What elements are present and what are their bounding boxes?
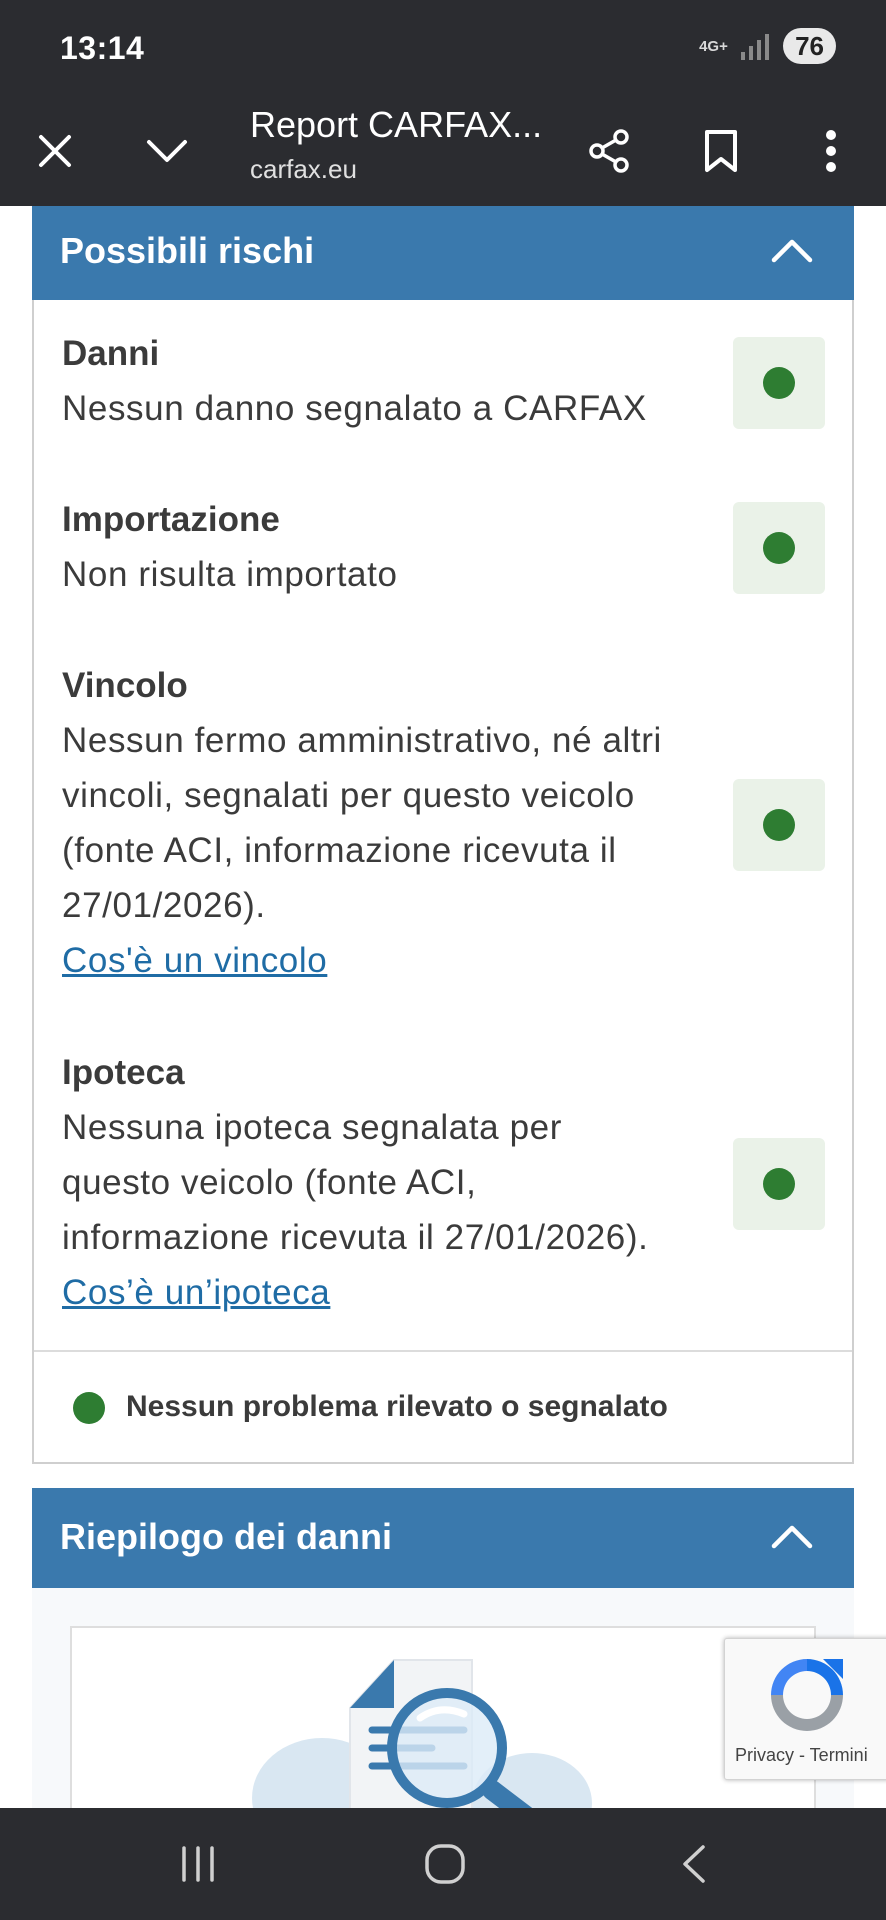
chevron-up-icon[interactable] xyxy=(770,236,814,266)
network-type-icon: 4G+ xyxy=(699,37,728,55)
status-indicator-ipoteca xyxy=(733,1138,825,1230)
risk-title-importazione: Importazione xyxy=(62,500,280,539)
risk-title-vincolo: Vincolo xyxy=(62,666,188,705)
back-icon xyxy=(683,1845,705,1883)
recaptcha-badge[interactable]: Privacy - Termini xyxy=(724,1638,886,1780)
link-cos-e-un-vincolo[interactable]: Cos'è un vincolo xyxy=(62,941,327,980)
damage-illustration-card xyxy=(70,1626,816,1808)
recaptcha-logo-icon xyxy=(771,1659,843,1731)
status-indicator-importazione xyxy=(733,502,825,594)
system-nav-bar xyxy=(0,1808,886,1920)
chevron-down-icon xyxy=(147,140,187,162)
recent-apps-button[interactable] xyxy=(168,1838,228,1890)
status-indicator-vincolo xyxy=(733,779,825,871)
risk-desc-vincolo: Nessun fermo amministrativo, né altri vi… xyxy=(62,713,662,988)
risk-desc-ipoteca-text: Nessuna ipoteca segnalata per questo vei… xyxy=(62,1108,649,1257)
risk-desc-ipoteca: Nessuna ipoteca segnalata per questo vei… xyxy=(62,1100,662,1320)
more-options-button[interactable] xyxy=(798,118,864,184)
divider xyxy=(34,1350,852,1352)
close-icon xyxy=(39,135,71,167)
browser-toolbar: Report CARFAX... carfax.eu xyxy=(0,96,886,206)
minimize-button[interactable] xyxy=(134,118,200,184)
green-dot-icon xyxy=(763,367,795,399)
green-dot-icon xyxy=(763,809,795,841)
green-dot-icon xyxy=(763,1168,795,1200)
risk-title-danni: Danni xyxy=(62,334,160,373)
status-icons: 4G+ 76 xyxy=(699,28,836,64)
bookmark-button[interactable] xyxy=(688,118,754,184)
signal-strength-icon xyxy=(741,32,770,60)
status-indicator-danni xyxy=(733,337,825,429)
damage-summary-title: Riepilogo dei danni xyxy=(60,1516,392,1557)
risk-title-ipoteca: Ipoteca xyxy=(62,1053,185,1092)
risk-desc-importazione: Non risulta importato xyxy=(62,555,398,594)
risks-title: Possibili rischi xyxy=(60,230,315,271)
close-button[interactable] xyxy=(22,118,88,184)
green-dot-icon xyxy=(763,532,795,564)
risks-header[interactable]: Possibili rischi xyxy=(32,206,854,300)
share-icon xyxy=(589,129,629,173)
page-title: Report CARFAX... xyxy=(250,104,543,145)
chevron-up-icon[interactable] xyxy=(770,1522,814,1552)
risk-desc-danni: Nessun danno segnalato a CARFAX xyxy=(62,389,647,428)
document-search-illustration-icon xyxy=(252,1659,592,1808)
risk-desc-vincolo-text: Nessun fermo amministrativo, né altri vi… xyxy=(62,721,662,925)
share-button[interactable] xyxy=(576,118,642,184)
network-type-label: 4G+ xyxy=(699,37,728,55)
legend-text: Nessun problema rilevato o segnalato xyxy=(126,1390,668,1423)
legend-green-dot-icon xyxy=(73,1392,105,1424)
home-button[interactable] xyxy=(415,1838,475,1890)
page-url: carfax.eu xyxy=(250,154,357,184)
back-button[interactable] xyxy=(664,1838,724,1890)
status-bar: 13:14 4G+ 76 xyxy=(0,0,886,96)
battery-indicator: 76 xyxy=(783,28,836,64)
status-time: 13:14 xyxy=(60,30,145,66)
home-icon xyxy=(425,1844,465,1884)
more-vert-icon xyxy=(826,130,836,172)
link-cos-e-un-ipoteca[interactable]: Cos’è un’ipoteca xyxy=(62,1273,330,1312)
recent-apps-icon xyxy=(182,1846,214,1882)
bookmark-icon xyxy=(705,130,737,172)
damage-summary-header[interactable]: Riepilogo dei danni xyxy=(32,1488,854,1588)
recaptcha-links[interactable]: Privacy - Termini xyxy=(735,1745,868,1766)
